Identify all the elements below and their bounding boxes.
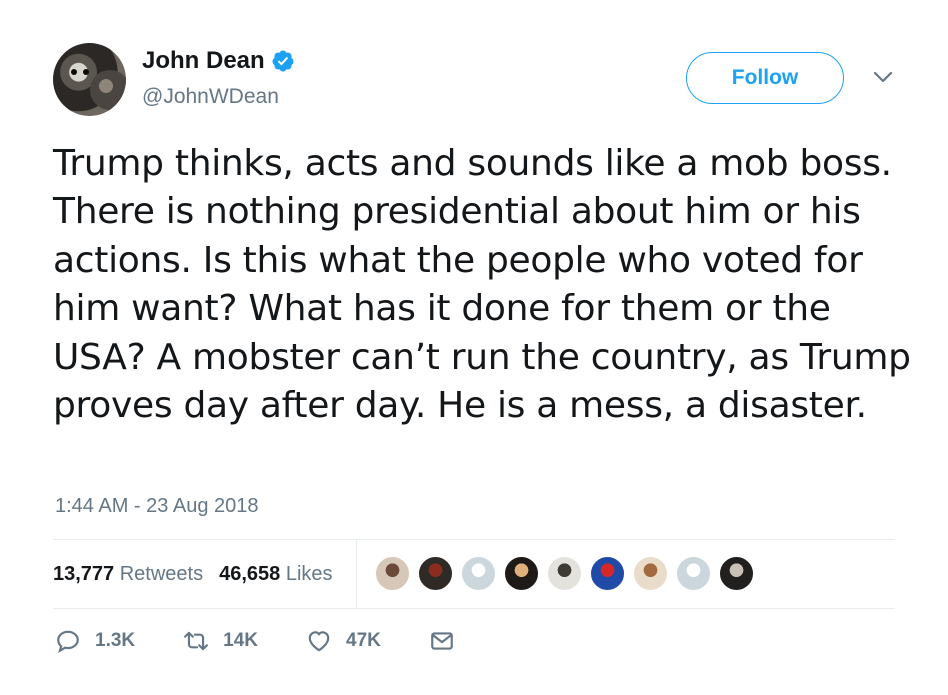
retweets-count: 13,777 (53, 562, 115, 585)
direct-message-button[interactable] (429, 628, 455, 654)
reply-button[interactable]: 1.3K (55, 628, 135, 654)
liker-avatars (374, 555, 755, 592)
tweet-timestamp[interactable]: 1:44 AM - 23 Aug 2018 (55, 495, 259, 518)
like-count: 47K (346, 630, 381, 651)
follow-button[interactable]: Follow (686, 52, 844, 104)
reply-count: 1.3K (95, 630, 136, 651)
reply-icon (57, 630, 79, 654)
stats-vertical-divider (356, 540, 357, 608)
avatar-dog-secondary (90, 70, 126, 110)
liker-avatar-7[interactable] (632, 555, 669, 592)
liker-avatar-1[interactable] (374, 555, 411, 592)
chevron-down-icon[interactable] (873, 70, 893, 84)
like-button[interactable]: 47K (306, 628, 381, 654)
verified-badge-icon (272, 50, 294, 72)
liker-avatar-3[interactable] (460, 555, 497, 592)
stats-bottom-divider (53, 608, 895, 609)
liker-avatar-9[interactable] (718, 555, 755, 592)
retweets-label: Retweets (119, 562, 204, 585)
retweet-count: 14K (223, 630, 258, 651)
author-name[interactable]: John Dean (142, 47, 265, 75)
liker-avatar-4[interactable] (503, 555, 540, 592)
author-avatar[interactable] (53, 43, 126, 116)
author-name-row: John Dean (142, 47, 295, 75)
tweet-text: Trump thinks, acts and sounds like a mob… (53, 143, 911, 427)
tweet-actions: 1.3K 14K 47K (55, 628, 503, 654)
likes-count: 46,658 (219, 562, 281, 585)
liker-avatar-5[interactable] (546, 555, 583, 592)
author-handle[interactable]: @JohnWDean (142, 85, 279, 109)
avatar-eye (71, 69, 77, 75)
retweets-stat[interactable]: 13,777 Retweets (53, 563, 203, 586)
liker-avatar-6[interactable] (589, 555, 626, 592)
avatar-eye (83, 69, 89, 75)
liker-avatar-8[interactable] (675, 555, 712, 592)
likes-label: Likes (285, 562, 333, 585)
heart-icon (308, 631, 330, 652)
engagement-stats: 13,777 Retweets 46,658 Likes (53, 540, 349, 608)
retweet-button[interactable]: 14K (183, 628, 258, 654)
liker-avatar-2[interactable] (417, 555, 454, 592)
likes-stat[interactable]: 46,658 Likes (219, 563, 332, 586)
retweet-icon (184, 631, 209, 651)
envelope-icon (431, 632, 453, 650)
